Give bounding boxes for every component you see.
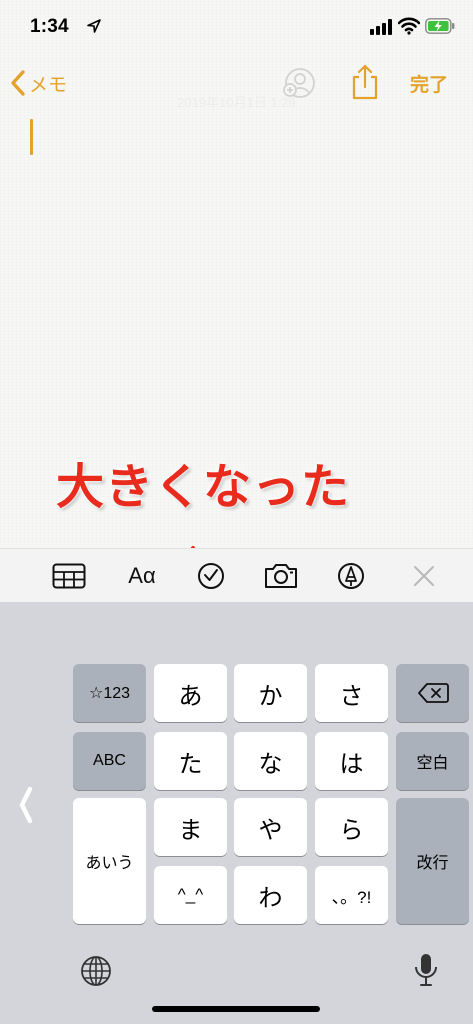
close-icon bbox=[414, 566, 434, 586]
wifi-icon bbox=[398, 17, 420, 35]
camera-button[interactable] bbox=[262, 559, 300, 593]
status-bar: 1:34 bbox=[0, 0, 473, 50]
cellular-signal-icon bbox=[370, 19, 392, 35]
checklist-button[interactable] bbox=[195, 559, 227, 593]
key-punctuation[interactable]: 、。?! bbox=[315, 866, 388, 924]
key-abc[interactable]: ABC bbox=[73, 732, 146, 790]
key-ya[interactable]: や bbox=[234, 798, 307, 856]
key-delete[interactable] bbox=[396, 664, 469, 722]
close-toolbar-button[interactable] bbox=[408, 559, 440, 593]
done-button[interactable]: 完了 bbox=[410, 70, 448, 97]
key-space[interactable]: 空白 bbox=[396, 732, 469, 790]
status-time: 1:34 bbox=[30, 16, 69, 37]
chevron-left-icon[interactable] bbox=[14, 785, 36, 825]
key-wa[interactable]: わ bbox=[234, 866, 307, 924]
battery-charging-icon bbox=[425, 18, 455, 34]
table-icon bbox=[52, 563, 86, 589]
checkmark-circle-icon bbox=[198, 563, 224, 589]
key-ka[interactable]: か bbox=[234, 664, 307, 722]
key-ma[interactable]: ま bbox=[154, 798, 227, 856]
markup-pen-icon bbox=[338, 563, 364, 589]
key-ha[interactable]: は bbox=[315, 732, 388, 790]
key-kaomoji[interactable]: ^_^ bbox=[154, 866, 227, 924]
camera-icon bbox=[265, 564, 297, 588]
key-sa[interactable]: さ bbox=[315, 664, 388, 722]
annotation-text: 大きくなった bbox=[56, 459, 351, 515]
share-icon[interactable] bbox=[350, 64, 380, 100]
markup-button[interactable] bbox=[335, 559, 367, 593]
add-person-icon[interactable] bbox=[282, 66, 316, 100]
key-aiu[interactable]: あいう bbox=[73, 798, 146, 924]
format-button[interactable]: Aα bbox=[120, 559, 164, 593]
microphone-icon[interactable] bbox=[413, 952, 439, 988]
delete-backspace-icon bbox=[417, 683, 449, 703]
note-date: 2019年10月1日 1:29 bbox=[177, 95, 296, 110]
key-na[interactable]: な bbox=[234, 732, 307, 790]
globe-icon[interactable] bbox=[80, 955, 112, 987]
text-cursor bbox=[30, 119, 33, 155]
key-a[interactable]: あ bbox=[154, 664, 227, 722]
formatting-toolbar: Aα bbox=[0, 548, 473, 602]
key-return[interactable]: 改行 bbox=[396, 798, 469, 924]
table-button[interactable] bbox=[50, 559, 88, 593]
key-ra[interactable]: ら bbox=[315, 798, 388, 856]
key-ta[interactable]: た bbox=[154, 732, 227, 790]
location-arrow-icon bbox=[87, 19, 101, 33]
key-symbols[interactable]: ☆123 bbox=[73, 664, 146, 722]
home-indicator[interactable] bbox=[152, 1006, 320, 1012]
